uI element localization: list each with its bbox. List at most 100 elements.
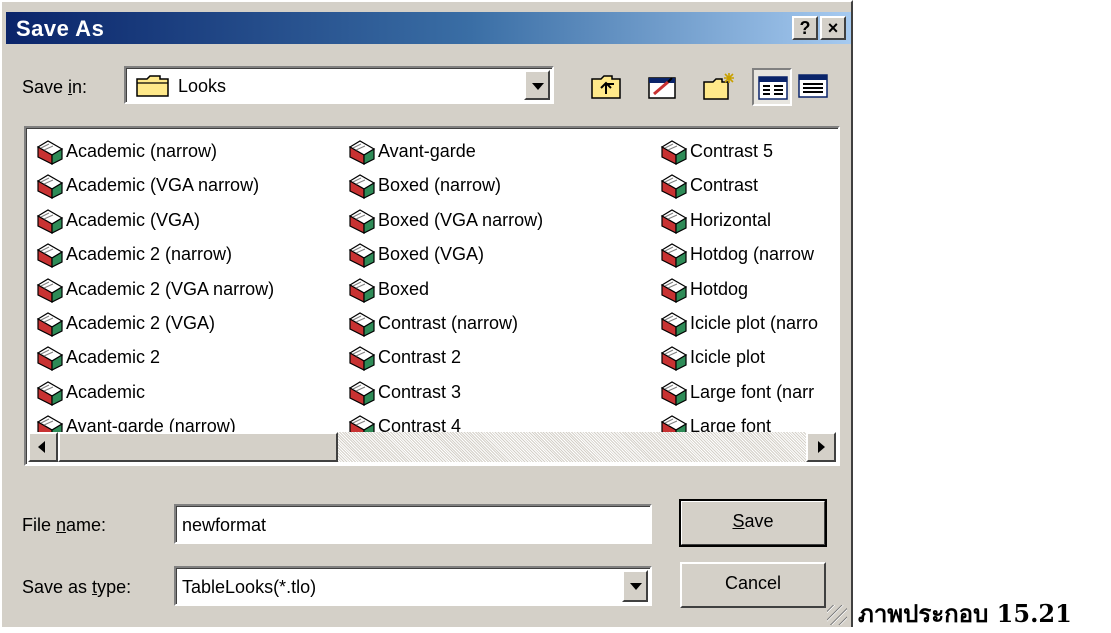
file-item[interactable]: Boxed — [344, 272, 543, 306]
file-item-label: Academic 2 (VGA narrow) — [66, 278, 275, 299]
file-item[interactable]: Academic (VGA narrow) — [32, 168, 274, 202]
file-item-label: Boxed (narrow) — [378, 175, 502, 196]
scroll-right-button[interactable] — [806, 432, 836, 462]
file-item[interactable]: Academic 2 — [32, 340, 274, 374]
file-item[interactable]: Icicle plot (narro — [656, 306, 818, 340]
file-item[interactable]: Academic 2 (narrow) — [32, 237, 274, 271]
cancel-button[interactable]: Cancel — [680, 562, 826, 608]
table-look-file-icon — [660, 242, 688, 269]
file-item[interactable]: Horizontal — [656, 203, 818, 237]
file-item-label: Contrast — [690, 175, 759, 196]
table-look-file-icon — [36, 311, 64, 337]
table-look-file-icon — [660, 139, 688, 165]
table-look-file-icon — [660, 277, 688, 303]
file-item[interactable]: Hotdog — [656, 272, 818, 306]
folder-icon — [136, 74, 170, 103]
horizontal-scrollbar[interactable] — [28, 432, 836, 462]
details-view-button[interactable] — [794, 68, 834, 106]
file-item-label: Hotdog (narrow — [690, 244, 815, 265]
table-look-file-icon — [36, 139, 64, 165]
close-button[interactable]: × — [820, 16, 846, 40]
file-item-label: Academic (VGA) — [66, 209, 201, 230]
file-item-label: Contrast 5 — [690, 141, 774, 161]
table-look-file-icon — [348, 380, 376, 406]
file-item[interactable]: Academic 2 (VGA) — [32, 306, 274, 340]
file-item[interactable]: Contrast 5 — [656, 134, 818, 168]
save-as-type-dropdown-button[interactable] — [622, 570, 648, 602]
file-item[interactable]: Avant-garde — [344, 134, 543, 168]
file-item-label: Hotdog — [690, 278, 749, 299]
table-look-file-icon — [348, 139, 376, 165]
title-bar[interactable]: Save As ? × — [6, 12, 851, 44]
recent-folder-button[interactable] — [642, 68, 682, 106]
file-name-label: File name: — [22, 515, 107, 535]
table-look-file-icon — [660, 208, 688, 234]
save-in-value: Looks — [178, 76, 227, 96]
file-item-label: Academic — [66, 381, 146, 402]
file-item[interactable]: Boxed (VGA narrow) — [344, 203, 543, 237]
file-item[interactable]: Icicle plot — [656, 340, 818, 374]
resize-grip[interactable] — [827, 605, 847, 625]
save-as-dialog: Save As ? × Save in: Looks Academic (nar… — [0, 0, 853, 627]
table-look-file-icon — [36, 277, 64, 303]
file-item-label: Large font (narr — [690, 381, 815, 402]
file-column-1: Academic (narrow) Academic (VGA narrow) Ac… — [32, 134, 274, 444]
table-look-file-icon — [348, 345, 376, 372]
new-folder-button[interactable] — [698, 68, 738, 106]
save-as-type-combo[interactable]: TableLooks(*.tlo) — [174, 566, 652, 606]
table-look-file-icon — [348, 311, 376, 337]
save-in-dropdown-button[interactable] — [524, 70, 550, 100]
table-look-file-icon — [660, 311, 688, 337]
save-in-label: Save in: — [22, 77, 88, 97]
up-one-level-button[interactable] — [586, 68, 626, 106]
save-in-combo[interactable]: Looks — [124, 66, 554, 104]
table-look-file-icon — [660, 380, 688, 406]
table-look-file-icon — [348, 277, 376, 303]
table-look-file-icon — [36, 242, 64, 269]
file-item-label: Boxed (VGA) — [378, 244, 485, 265]
help-button[interactable]: ? — [792, 16, 818, 40]
file-item-label: Academic 2 — [66, 347, 161, 368]
file-list[interactable]: Academic (narrow) Academic (VGA narrow) Ac… — [24, 126, 840, 466]
file-item-label: Boxed — [378, 278, 430, 299]
save-button[interactable]: Save — [679, 499, 827, 547]
file-item[interactable]: Boxed (VGA) — [344, 237, 543, 271]
file-item[interactable]: Contrast (narrow) — [344, 306, 543, 340]
file-column-3: Contrast 5 Contrast Horizontal Hotdog (narr… — [656, 134, 818, 444]
file-item[interactable]: Boxed (narrow) — [344, 168, 543, 202]
file-name-value: newformat — [182, 515, 267, 535]
file-item[interactable]: Academic (VGA) — [32, 203, 274, 237]
save-as-type-value: TableLooks(*.tlo) — [182, 577, 317, 597]
table-look-file-icon — [36, 345, 64, 372]
table-look-file-icon — [660, 173, 688, 200]
file-item[interactable]: Academic — [32, 375, 274, 409]
save-as-type-label: Save as type: — [22, 577, 132, 597]
dialog-title: Save As — [16, 16, 105, 41]
file-column-2: Avant-garde Boxed (narrow) Boxed (VGA narr… — [344, 134, 543, 444]
file-item[interactable]: Academic (narrow) — [32, 134, 274, 168]
file-item-label: Academic 2 (narrow) — [66, 244, 233, 265]
file-item[interactable]: Large font (narr — [656, 375, 818, 409]
file-item[interactable]: Contrast 3 — [344, 375, 543, 409]
file-item-label: Contrast 3 — [378, 381, 462, 402]
file-name-input[interactable]: newformat — [174, 504, 652, 544]
scroll-thumb[interactable] — [58, 432, 338, 462]
file-item[interactable]: Hotdog (narrow — [656, 237, 818, 271]
figure-caption: ภาพประกอบ 15.21 — [858, 599, 1072, 628]
file-item-label: Avant-garde — [378, 141, 476, 161]
file-item-label: Academic (VGA narrow) — [66, 175, 260, 196]
file-item-label: Icicle plot (narro — [690, 312, 819, 333]
file-item-label: Boxed (VGA narrow) — [378, 209, 544, 230]
file-item-label: Contrast 2 — [378, 347, 462, 368]
file-item-label: Academic 2 (VGA) — [66, 312, 216, 333]
scroll-left-button[interactable] — [28, 432, 58, 462]
list-view-button[interactable] — [752, 68, 792, 106]
table-look-file-icon — [36, 380, 64, 406]
table-look-file-icon — [36, 208, 64, 234]
file-item[interactable]: Academic 2 (VGA narrow) — [32, 272, 274, 306]
table-look-file-icon — [348, 208, 376, 234]
table-look-file-icon — [36, 173, 64, 200]
file-item[interactable]: Contrast — [656, 168, 818, 202]
file-item-label: Icicle plot — [690, 347, 766, 368]
file-item[interactable]: Contrast 2 — [344, 340, 543, 374]
